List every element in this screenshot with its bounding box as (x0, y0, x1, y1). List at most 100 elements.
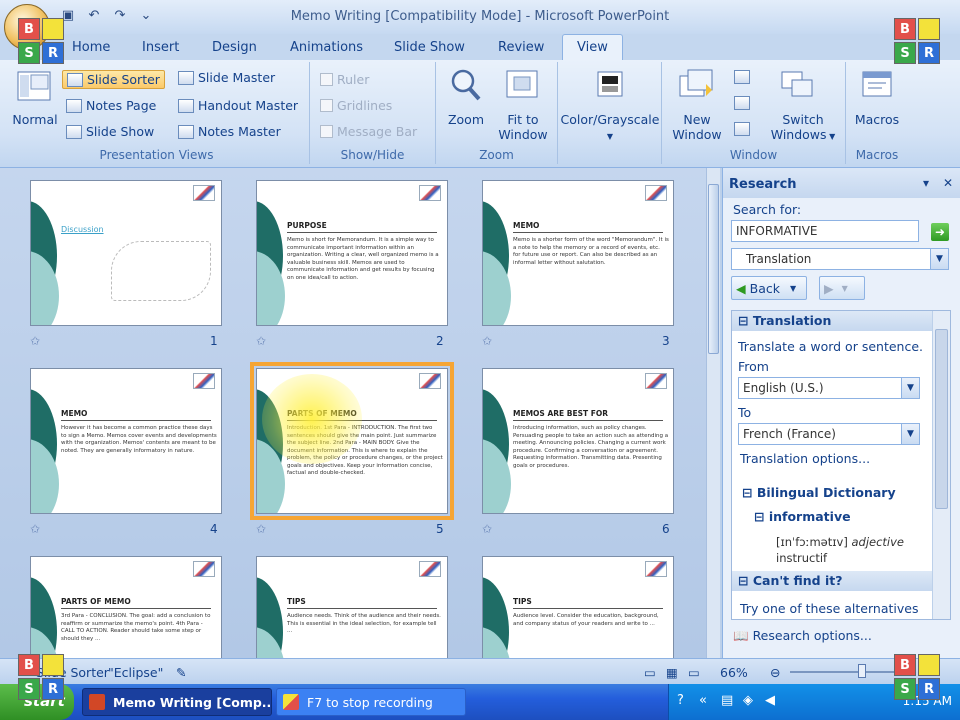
move-split-icon[interactable] (734, 122, 750, 136)
transition-star-icon[interactable]: ✩ (30, 522, 40, 536)
zoom-button[interactable]: Zoom (440, 112, 492, 127)
back-arrow-icon: ◀ (736, 280, 746, 296)
transition-star-icon[interactable]: ✩ (256, 522, 266, 536)
results-scrollbar[interactable] (932, 311, 950, 619)
arrange-all-icon[interactable] (734, 70, 750, 84)
zoom-slider-knob[interactable] (858, 664, 866, 678)
chevron-down-icon: ▼ (901, 424, 919, 444)
slide-body: Audience level. Consider the education, … (513, 613, 659, 627)
slide-thumbnail[interactable]: MEMOS ARE BEST FOR Introducing informatio… (482, 368, 674, 514)
tab-design[interactable]: Design (212, 40, 257, 55)
switch-windows-icon (781, 71, 813, 97)
tab-insert[interactable]: Insert (142, 40, 179, 55)
slide-body: Audience needs. Think of the audience an… (287, 613, 441, 634)
slide-logo-icon (645, 185, 667, 201)
tab-home[interactable]: Home (72, 40, 110, 55)
new-window-label-2: Window (672, 127, 722, 142)
start-searching-icon[interactable]: ➜ (931, 223, 949, 241)
from-language-select[interactable]: English (U.S.) ▼ (738, 377, 920, 399)
ruler-checkbox[interactable]: Ruler (320, 72, 369, 87)
message-bar-label: Message Bar (337, 124, 418, 139)
slide-show-icon (66, 124, 82, 139)
normal-button[interactable]: Normal (10, 112, 60, 127)
slide-master-button[interactable]: Slide Master (178, 70, 275, 85)
transition-star-icon[interactable]: ✩ (482, 522, 492, 536)
normal-view-status-icon[interactable]: ▭ (644, 665, 656, 680)
notes-master-button[interactable]: Notes Master (178, 124, 281, 139)
slide-show-button[interactable]: Slide Show (66, 124, 154, 139)
transition-star-icon[interactable]: ✩ (482, 334, 492, 348)
color-grayscale-button[interactable]: Color/Grayscale ▼ (560, 112, 660, 144)
pane-close-icon[interactable]: ✕ (943, 176, 953, 190)
slide-sorter-status-icon[interactable]: ▦ (666, 665, 678, 680)
slide-thumbnail[interactable]: PARTS OF MEMO 3rd Para - CONCLUSION. The … (30, 556, 222, 658)
search-input[interactable]: INFORMATIVE (731, 220, 919, 242)
cant-find-section-header[interactable]: ⊟ Can't find it? (732, 571, 932, 591)
spelling-check-icon[interactable]: ✎ (176, 665, 186, 680)
message-bar-checkbox[interactable]: Message Bar (320, 124, 417, 139)
slide-title-rule (61, 608, 211, 609)
forward-button[interactable]: ▶ ▼ (819, 276, 865, 300)
pane-options-icon[interactable]: ▾ (923, 176, 929, 190)
slide-number: 5 (436, 522, 444, 536)
tab-view[interactable]: View (562, 34, 623, 60)
slide-thumbnail[interactable]: Discussion (30, 180, 222, 326)
to-label: To (738, 405, 752, 420)
tab-review[interactable]: Review (498, 40, 544, 55)
watermark-logo-top-left: B SR (18, 18, 64, 64)
transition-star-icon[interactable]: ✩ (256, 334, 266, 348)
status-theme: "Eclipse" (108, 665, 164, 680)
workspace-scroll-thumb[interactable] (708, 184, 719, 354)
zoom-slider[interactable] (790, 671, 910, 673)
slide-title: MEMOS ARE BEST FOR (513, 409, 608, 418)
slide-logo-icon (193, 185, 215, 201)
tab-slide-show[interactable]: Slide Show (394, 40, 465, 55)
macros-button[interactable]: Macros (848, 112, 906, 127)
research-options-link[interactable]: 📖 Research options... (733, 628, 872, 644)
from-label: From (738, 359, 769, 374)
translation-options-link[interactable]: Translation options... (740, 451, 870, 466)
help-icon[interactable]: ? (677, 693, 684, 708)
slide-number: 4 (210, 522, 218, 536)
cant-find-label: Can't find it? (752, 573, 843, 588)
color-grayscale-label: Color/Grayscale (560, 112, 660, 127)
notes-page-button[interactable]: Notes Page (66, 98, 156, 113)
handout-master-button[interactable]: Handout Master (178, 98, 298, 113)
volume-icon[interactable]: ◀ (765, 693, 775, 708)
word-entry-header[interactable]: ⊟ informative (754, 509, 851, 524)
back-button[interactable]: ◀ Back ▼ (731, 276, 807, 300)
taskbar-powerpoint[interactable]: Memo Writing [Comp... (82, 688, 272, 716)
recorder-icon (283, 694, 299, 710)
slide-show-status-icon[interactable]: ▭ (688, 665, 700, 680)
slide-thumbnail[interactable]: MEMO Memo is a shorter form of the word "… (482, 180, 674, 326)
workspace-scrollbar[interactable] (706, 168, 720, 658)
slide-thumbnail[interactable]: TIPS Audience needs. Think of the audienc… (256, 556, 448, 658)
network-icon[interactable]: ▤ (721, 693, 733, 708)
fit-to-window-button[interactable]: Fit to Window (494, 112, 552, 142)
gridlines-checkbox[interactable]: Gridlines (320, 98, 392, 113)
security-icon[interactable]: ◈ (743, 693, 753, 708)
tray-expand-icon[interactable]: « (699, 693, 707, 708)
zoom-out-icon[interactable]: ⊖ (770, 665, 780, 680)
results-scroll-thumb[interactable] (935, 329, 948, 509)
research-pane: Research ▾ ✕ Search for: INFORMATIVE ➜ T… (722, 168, 960, 658)
new-window-button[interactable]: New Window (668, 112, 726, 142)
word-meaning: instructif (776, 551, 828, 565)
slide-sorter-button[interactable]: Slide Sorter (62, 70, 165, 89)
group-label: Show/Hide (340, 148, 405, 162)
translation-section-header[interactable]: ⊟ Translation (732, 311, 932, 331)
slide-title-rule (287, 232, 437, 233)
bilingual-dictionary-header[interactable]: ⊟ Bilingual Dictionary (742, 485, 896, 500)
taskbar-recorder[interactable]: F7 to stop recording (276, 688, 466, 716)
slide-thumbnail[interactable]: PURPOSE Memo is short for Memorandum. It … (256, 180, 448, 326)
slide-thumbnail[interactable]: MEMO However it has become a common pract… (30, 368, 222, 514)
slide-thumbnail[interactable]: TIPS Audience level. Consider the educati… (482, 556, 674, 658)
source-select[interactable]: Translation ▼ (731, 248, 949, 270)
switch-windows-button[interactable]: Switch Windows ▼ (766, 112, 840, 144)
tab-animations[interactable]: Animations (290, 40, 363, 55)
cascade-icon[interactable] (734, 96, 750, 110)
zoom-level[interactable]: 66% (720, 665, 748, 680)
message-bar-check-icon (320, 125, 333, 138)
to-language-select[interactable]: French (France) ▼ (738, 423, 920, 445)
transition-star-icon[interactable]: ✩ (30, 334, 40, 348)
